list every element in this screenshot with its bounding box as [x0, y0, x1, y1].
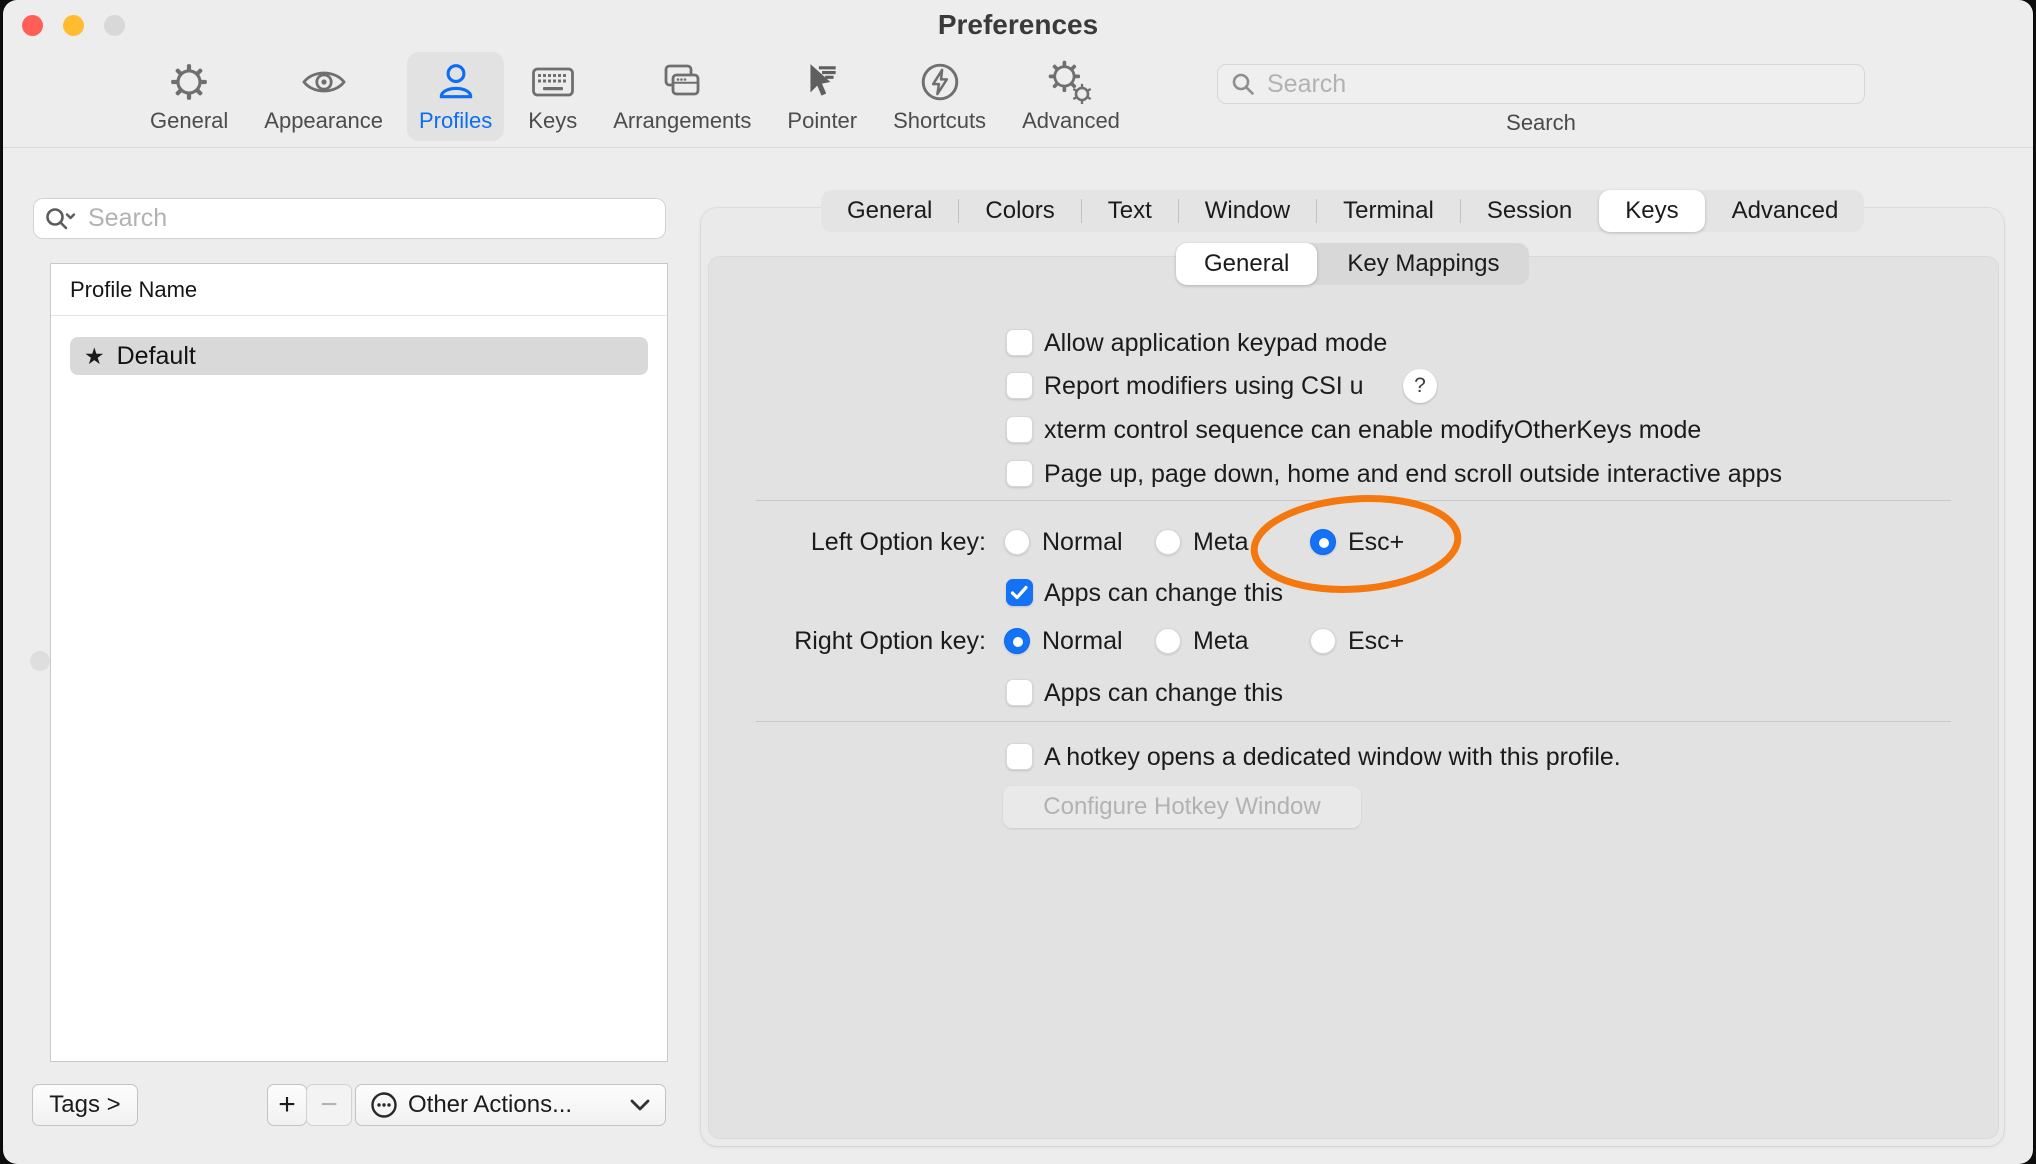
toolbar: General Appearance Profiles Keys Arrange…: [138, 52, 1132, 141]
toolbar-search-caption: Search: [1217, 110, 1865, 136]
toolbar-label: Profiles: [419, 108, 492, 134]
gears-icon: [1047, 60, 1095, 104]
keyboard-icon: [530, 60, 576, 104]
search-icon: [1230, 71, 1256, 97]
profile-search-field[interactable]: [33, 198, 666, 239]
tab-text[interactable]: Text: [1082, 190, 1178, 232]
checkbox-label: A hotkey opens a dedicated window with t…: [1044, 741, 1621, 773]
radio-label: Esc+: [1348, 625, 1404, 657]
add-profile-button[interactable]: +: [267, 1084, 307, 1126]
right-option-key-label: Right Option key:: [656, 625, 986, 657]
windows-icon: [660, 60, 704, 104]
toolbar-label: Keys: [528, 108, 577, 134]
radio-left-normal[interactable]: [1004, 529, 1030, 555]
gear-icon: [168, 60, 210, 104]
tags-button[interactable]: Tags >: [32, 1084, 138, 1126]
checkbox-label: Allow application keypad mode: [1044, 327, 1387, 359]
toolbar-search-input[interactable]: [1265, 69, 1852, 100]
radio-left-esc[interactable]: [1310, 529, 1336, 555]
tab-window[interactable]: Window: [1179, 190, 1316, 232]
checkbox-page-scroll[interactable]: [1006, 460, 1033, 487]
radio-label: Esc+: [1348, 526, 1404, 558]
divider: [756, 500, 1951, 501]
radio-label: Normal: [1042, 625, 1123, 657]
checkbox-right-apps-can-change[interactable]: [1006, 679, 1033, 706]
profile-list-header: Profile Name: [51, 264, 667, 316]
checkbox-label: xterm control sequence can enable modify…: [1044, 414, 1701, 446]
splitter-handle[interactable]: [30, 651, 50, 671]
other-actions-label: Other Actions...: [408, 1091, 572, 1119]
other-actions-dropdown[interactable]: Other Actions...: [355, 1084, 666, 1126]
profile-search-input[interactable]: [86, 203, 655, 234]
subtab-key-mappings[interactable]: Key Mappings: [1317, 243, 1529, 285]
cursor-icon: [801, 60, 843, 104]
profile-list: Profile Name ★ Default: [50, 263, 668, 1062]
radio-label: Meta: [1193, 625, 1249, 657]
toolbar-item-advanced[interactable]: Advanced: [1010, 52, 1132, 141]
tab-terminal[interactable]: Terminal: [1317, 190, 1460, 232]
radio-right-esc[interactable]: [1310, 628, 1336, 654]
toolbar-label: General: [150, 108, 228, 134]
checkbox-left-apps-can-change[interactable]: [1006, 579, 1033, 606]
toolbar-item-shortcuts[interactable]: Shortcuts: [881, 52, 998, 141]
checkbox-label: Apps can change this: [1044, 677, 1283, 709]
eye-icon: [301, 60, 347, 104]
left-option-key-label: Left Option key:: [656, 526, 986, 558]
radio-label: Normal: [1042, 526, 1123, 558]
configure-hotkey-window-button[interactable]: Configure Hotkey Window: [1003, 786, 1361, 828]
tab-keys[interactable]: Keys: [1599, 190, 1704, 232]
toolbar-item-arrangements[interactable]: Arrangements: [601, 52, 763, 141]
divider: [756, 721, 1951, 722]
checkbox-modify-other-keys[interactable]: [1006, 416, 1033, 443]
toolbar-item-keys[interactable]: Keys: [516, 52, 589, 141]
toolbar-item-appearance[interactable]: Appearance: [252, 52, 395, 141]
profile-name: Default: [117, 342, 196, 371]
tab-colors[interactable]: Colors: [959, 190, 1080, 232]
toolbar-label: Arrangements: [613, 108, 751, 134]
profile-tab-bar: General Colors Text Window Terminal Sess…: [821, 190, 1864, 232]
radio-right-normal[interactable]: [1004, 628, 1030, 654]
toolbar-label: Advanced: [1022, 108, 1120, 134]
keys-subtab-bar: General Key Mappings: [1176, 243, 1529, 285]
checkbox-keypad-mode[interactable]: [1006, 329, 1033, 356]
remove-profile-button[interactable]: −: [306, 1084, 352, 1126]
toolbar-label: Shortcuts: [893, 108, 986, 134]
tab-session[interactable]: Session: [1461, 190, 1598, 232]
page-title: Preferences: [3, 9, 2033, 41]
radio-left-meta[interactable]: [1155, 529, 1181, 555]
checkbox-csi-u[interactable]: [1006, 372, 1033, 399]
checkbox-label: Apps can change this: [1044, 577, 1283, 609]
tab-general[interactable]: General: [821, 190, 958, 232]
toolbar-label: Appearance: [264, 108, 383, 134]
lightning-icon: [919, 60, 961, 104]
help-button[interactable]: ?: [1403, 369, 1437, 403]
radio-label: Meta: [1193, 526, 1249, 558]
chevron-down-icon: [629, 1098, 651, 1112]
preferences-window: Preferences General Appearance Profiles …: [3, 0, 2033, 1164]
tab-advanced[interactable]: Advanced: [1706, 190, 1865, 232]
checkbox-hotkey-window[interactable]: [1006, 743, 1033, 770]
toolbar-item-general[interactable]: General: [138, 52, 240, 141]
checkbox-label: Page up, page down, home and end scroll …: [1044, 458, 1782, 490]
toolbar-item-pointer[interactable]: Pointer: [775, 52, 869, 141]
ellipsis-circle-icon: [370, 1091, 398, 1119]
radio-right-meta[interactable]: [1155, 628, 1181, 654]
star-icon: ★: [84, 345, 105, 368]
toolbar-divider: [3, 147, 2033, 148]
toolbar-item-profiles[interactable]: Profiles: [407, 52, 504, 141]
profile-row-default[interactable]: ★ Default: [70, 337, 648, 375]
toolbar-label: Pointer: [787, 108, 857, 134]
subtab-general[interactable]: General: [1176, 243, 1317, 285]
person-icon: [435, 60, 477, 104]
toolbar-search-field[interactable]: [1217, 64, 1865, 104]
checkbox-label: Report modifiers using CSI u: [1044, 370, 1364, 402]
search-filter-icon: [44, 205, 78, 233]
